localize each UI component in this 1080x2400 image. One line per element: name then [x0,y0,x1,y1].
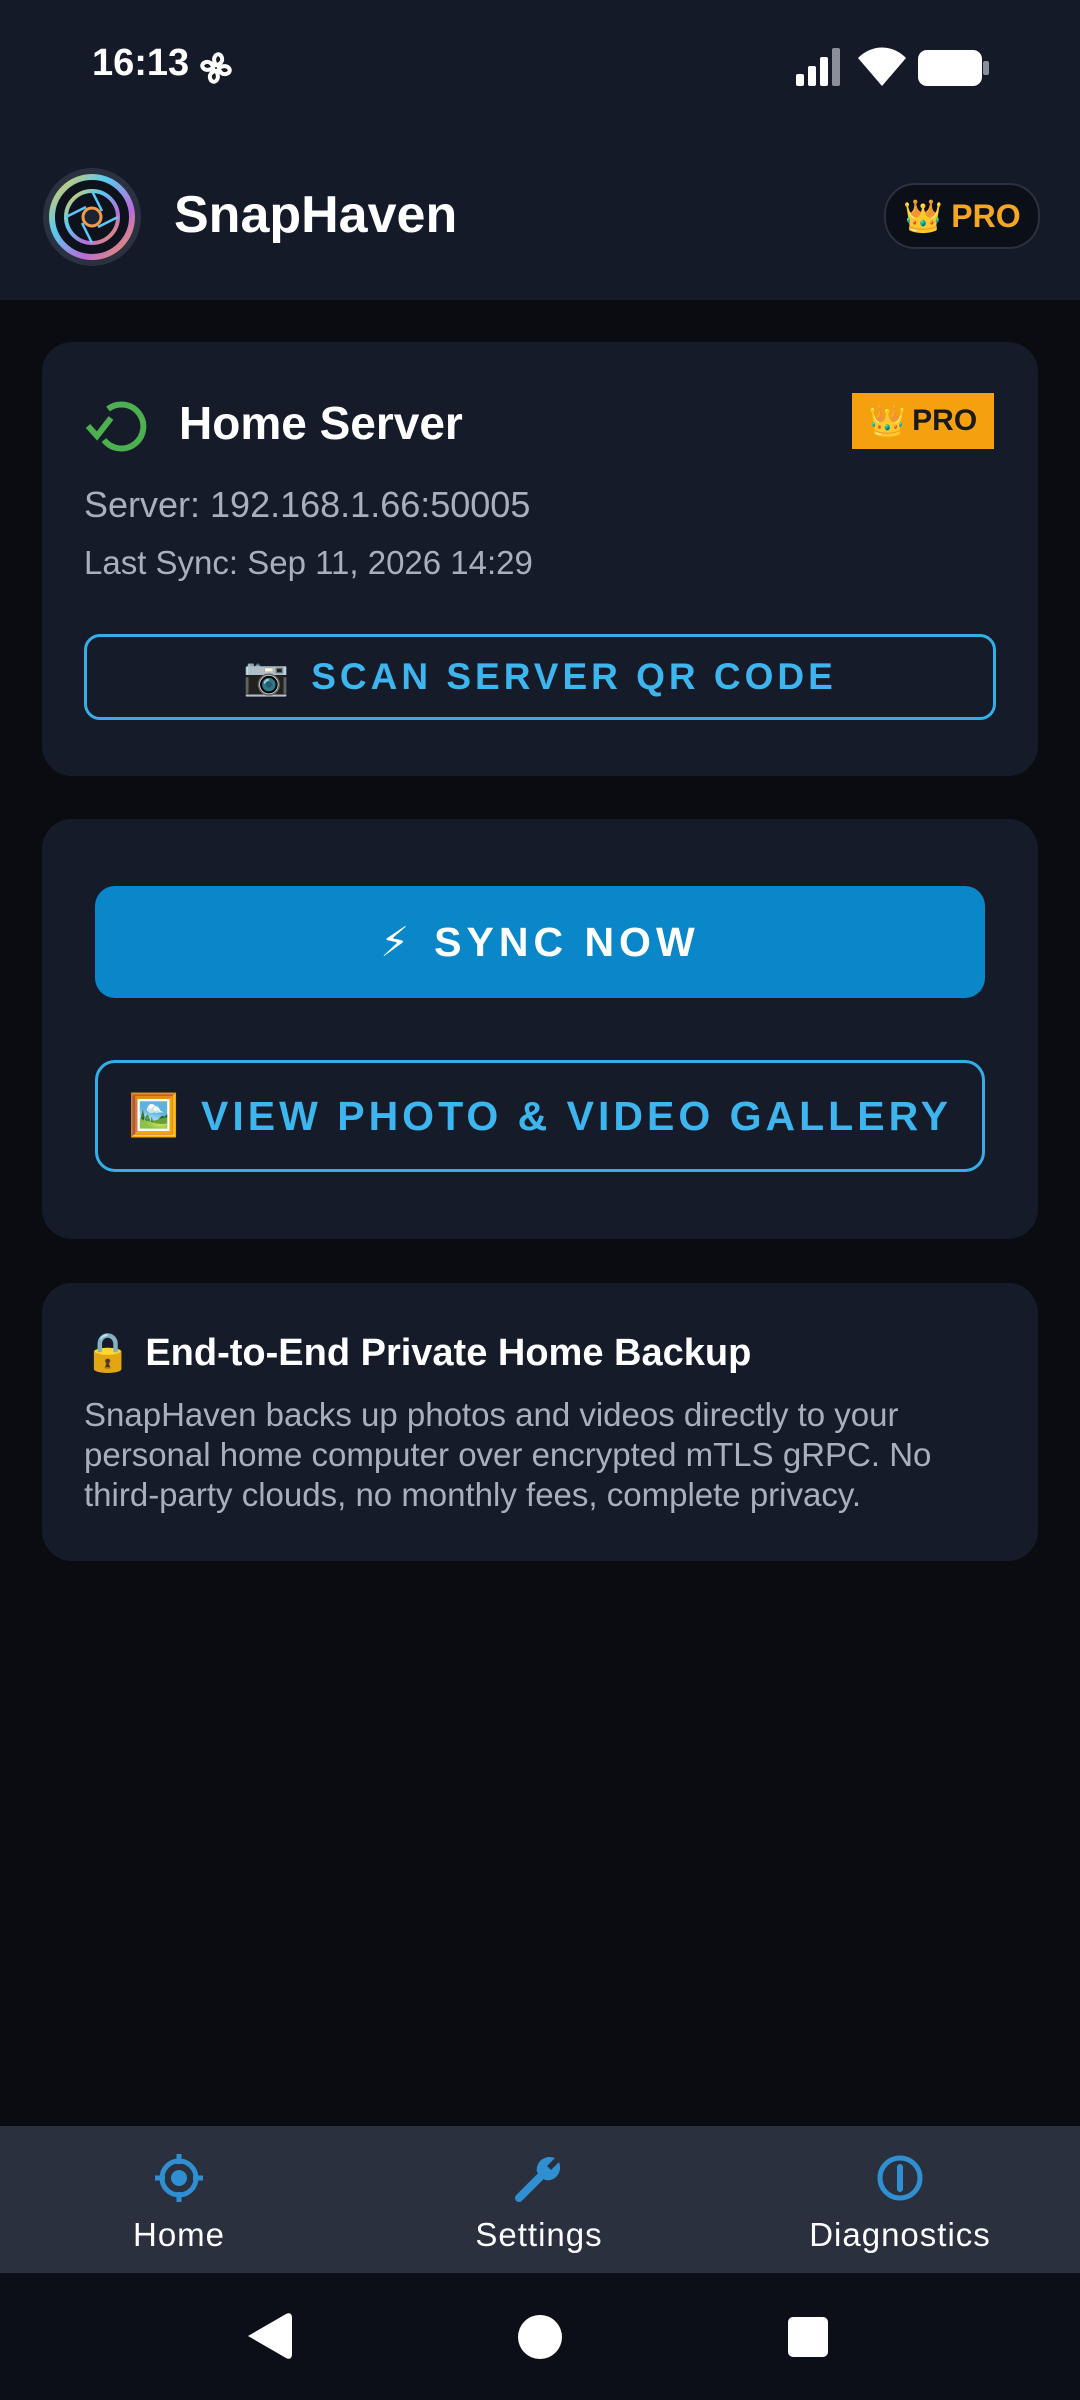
gallery-button[interactable]: 🖼️ VIEW PHOTO & VIDEO GALLERY [95,1060,985,1172]
sync-status-icon [85,401,147,452]
server-card: Home Server 👑 PRO Server: 192.168.1.66:5… [42,342,1038,776]
lightning-icon: ⚡ [380,919,415,965]
wrench-icon [515,2156,561,2202]
crown-icon: 👑 [903,198,944,234]
pro-button[interactable]: 👑 PRO [884,183,1040,249]
home-circle-icon[interactable] [518,2315,562,2359]
app-bar: SnapHaven 👑 PRO [0,135,1080,300]
pro-badge-label: PRO [912,404,978,437]
nav-label-home: Home [132,2216,226,2253]
pro-badge: 👑 PRO [852,393,994,449]
nav-label-diagnostics: Diagnostics [809,2216,991,2253]
nav-item-settings[interactable]: Settings [389,2126,689,2273]
target-icon [155,2154,203,2202]
signal-icon [796,48,840,86]
info-icon [877,2155,923,2201]
app-title: SnapHaven [174,186,458,244]
info-title: 🔒 End-to-End Private Home Backup [84,1331,751,1375]
system-nav-bar [0,2273,1080,2400]
last-sync-time: Last Sync: Sep 11, 2026 14:29 [84,544,533,581]
gallery-label: VIEW PHOTO & VIDEO GALLERY [201,1092,952,1139]
recents-square-icon[interactable] [788,2317,828,2357]
lock-icon: 🔒 [84,1332,132,1374]
scan-qr-label: SCAN SERVER QR CODE [311,656,837,697]
sync-now-label: SYNC NOW [434,918,700,965]
info-body: SnapHaven backs up photos and videos dir… [84,1396,932,1513]
scan-qr-button[interactable]: 📷 SCAN SERVER QR CODE [84,634,996,720]
pro-label: PRO [951,197,1021,234]
nav-item-diagnostics[interactable]: Diagnostics [750,2126,1050,2273]
battery-icon [918,50,989,86]
server-name: Home Server [179,397,463,449]
camera-icon: 📷 [243,655,294,697]
info-title-text: End-to-End Private Home Backup [145,1331,752,1374]
status-bar: 16:13 [0,0,1080,135]
bottom-nav: Home Settings Diagnostics [0,2126,1080,2273]
picture-icon: 🖼️ [127,1092,184,1138]
crown-icon: 👑 [868,404,907,438]
status-time: 16:13 [92,42,190,84]
nav-label-settings: Settings [475,2216,603,2253]
fan-icon [200,52,232,84]
back-icon[interactable] [246,2311,292,2361]
wifi-icon [858,47,906,86]
app-logo [43,168,141,266]
nav-item-home[interactable]: Home [29,2126,329,2273]
sync-now-button[interactable]: ⚡ SYNC NOW [95,886,985,998]
server-address: Server: 192.168.1.66:50005 [84,484,531,525]
privacy-info-card: 🔒 End-to-End Private Home Backup SnapHav… [42,1283,1038,1561]
actions-card: ⚡ SYNC NOW 🖼️ VIEW PHOTO & VIDEO GALLERY [42,819,1038,1239]
